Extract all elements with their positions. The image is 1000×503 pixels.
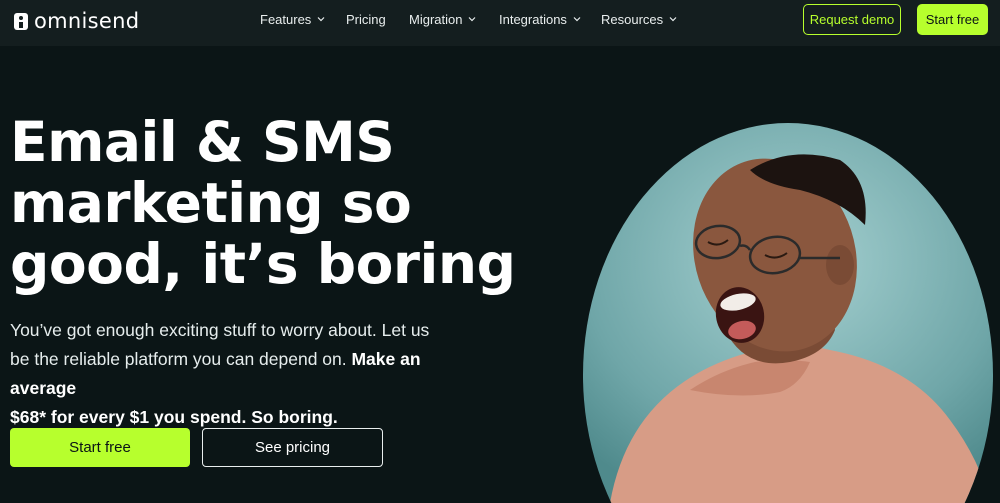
nav-item-label: Integrations [499,11,567,27]
nav-item-migration[interactable]: Migration [409,0,476,38]
logo[interactable]: omnisend [14,9,139,33]
start-free-nav-button[interactable]: Start free [917,4,988,35]
hero-headline: Email & SMS marketing so good, it’s bori… [10,112,530,295]
nav-item-label: Migration [409,11,463,27]
headline-line: Email & SMS [10,110,395,174]
top-navigation: omnisend Features Pricing Migration Inte… [0,0,1000,46]
nav-item-pricing[interactable]: Pricing [346,0,386,38]
see-pricing-button[interactable]: See pricing [202,428,383,467]
nav-item-label: Pricing [346,11,386,27]
page: omnisend Features Pricing Migration Inte… [0,0,1000,503]
chevron-down-icon [317,17,325,22]
hero-photo-illustration [583,123,993,503]
headline-line: good, it’s boring [10,232,516,296]
logo-text: omnisend [34,9,140,33]
nav-item-integrations[interactable]: Integrations [499,0,581,38]
hero-image [540,100,1000,503]
subcopy-highlight-end: $68* for every $1 you spend. So boring. [10,407,338,427]
nav-item-label: Features [260,11,312,27]
nav-item-features[interactable]: Features [260,0,325,38]
omnisend-logo-icon [14,12,28,30]
start-free-button[interactable]: Start free [10,428,190,467]
nav-item-label: Resources [601,11,664,27]
chevron-down-icon [669,17,677,22]
chevron-down-icon [469,17,476,22]
request-demo-button[interactable]: Request demo [803,4,901,35]
nav-item-resources[interactable]: Resources [601,0,677,38]
chevron-down-icon [573,17,581,22]
headline-line: marketing so [10,171,412,235]
hero-subcopy: You’ve got enough exciting stuff to worr… [10,316,450,432]
